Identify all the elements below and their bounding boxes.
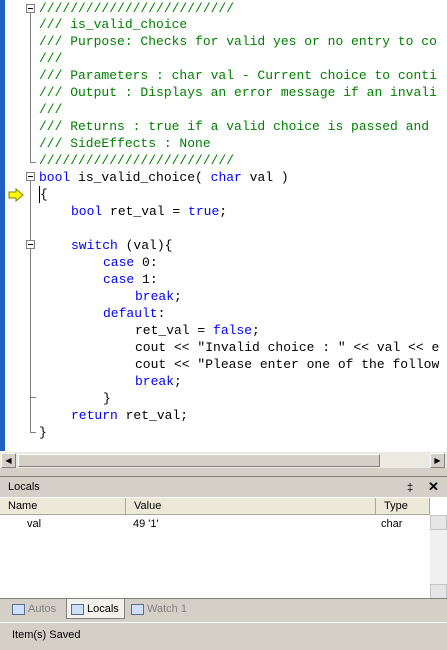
pin-icon[interactable]: ‡ (407, 478, 413, 498)
code-line-return: return ret_val; (71, 407, 188, 424)
fold-line-end (30, 397, 36, 398)
tab-locals[interactable]: Locals (66, 599, 125, 619)
column-header-type[interactable]: Type (376, 498, 430, 515)
code-line-switch: switch (val){ (71, 237, 172, 254)
code-line: /// Parameters : char val - Current choi… (39, 68, 437, 83)
scroll-up-icon[interactable] (430, 515, 447, 530)
scroll-left-icon[interactable]: ◀ (1, 453, 16, 468)
keyword: char (210, 170, 242, 185)
identifier: ret_val = (102, 204, 189, 219)
locals-title-bar: Locals ‡ ✕ (0, 477, 447, 497)
current-statement-arrow-icon (8, 188, 24, 202)
fold-line-end (30, 432, 36, 433)
code-line-open-brace: { (39, 186, 48, 203)
keyword: break (135, 289, 175, 304)
fold-line (30, 181, 31, 432)
status-text: Item(s) Saved (12, 629, 81, 641)
code-line: /// Purpose: Checks for valid yes or no … (39, 34, 437, 49)
fold-toggle-switch[interactable] (26, 240, 35, 249)
fold-line (30, 13, 31, 163)
punct: ; (174, 289, 182, 304)
status-bar: Item(s) Saved (0, 622, 447, 650)
code-line: /// Returns : true if a valid choice is … (39, 119, 430, 134)
code-line-cout: cout << "Please enter one of the follow (135, 357, 440, 372)
keyword: case (103, 272, 135, 287)
code-line-cout: cout << "Invalid choice : " << val << e (135, 340, 440, 355)
identifier: 1: (134, 272, 158, 287)
tab-watch-1[interactable]: Watch 1 (127, 599, 195, 619)
code-line-default: default: (103, 305, 165, 322)
locals-window: Locals ‡ ✕ Name Value Type val 49 '1' ch… (0, 476, 447, 599)
scroll-right-icon[interactable]: ▶ (430, 453, 445, 468)
fold-line-end (30, 162, 36, 163)
fold-toggle-function[interactable] (26, 172, 35, 181)
keyword: false (213, 323, 253, 338)
column-header-name[interactable]: Name (0, 498, 126, 515)
keyword: return (71, 408, 118, 423)
code-line-break: break; (135, 373, 182, 390)
identifier: is_valid_choice( (70, 170, 211, 185)
row-type: char (381, 518, 403, 530)
debug-tab-strip: Autos Locals Watch 1 (0, 598, 447, 619)
watch-icon (131, 603, 144, 615)
identifier: 0: (134, 255, 158, 270)
keyword: bool (39, 170, 71, 185)
keyword: break (135, 374, 175, 389)
code-line: /// (39, 102, 63, 117)
tab-label: Watch 1 (147, 603, 187, 615)
tab-autos[interactable]: Autos (8, 599, 64, 619)
code-line: ///////////////////////// (39, 1, 235, 16)
identifier: val ) (241, 170, 289, 185)
keyword: true (188, 204, 220, 219)
editor-left-margin (0, 0, 5, 451)
row-value[interactable]: 49 '1' (133, 516, 159, 533)
column-header-value[interactable]: Value (126, 498, 376, 515)
code-line-decl: bool ret_val = true; (71, 203, 227, 220)
keyword: default (103, 306, 158, 321)
keyword: case (103, 255, 135, 270)
identifier: ret_val; (117, 408, 189, 423)
code-line-close-switch: } (103, 391, 111, 406)
punct: : (157, 306, 166, 321)
row-name: val (27, 518, 42, 530)
outline-gutter (24, 0, 38, 451)
code-line-signature: bool is_valid_choice( char val ) (39, 169, 289, 186)
autos-icon (12, 603, 25, 615)
code-line-case1: case 1: (103, 271, 158, 288)
locals-title: Locals (8, 481, 40, 493)
keyword: switch (71, 238, 118, 253)
locals-icon (71, 603, 84, 615)
code-line-case0: case 0: (103, 254, 158, 271)
tab-label: Autos (28, 603, 57, 615)
code-line: /// SideEffects : None (39, 136, 211, 151)
editor-horizontal-scrollbar[interactable]: ◀ ▶ (0, 451, 447, 469)
scroll-thumb[interactable] (18, 454, 380, 467)
punct: ; (174, 374, 182, 389)
identifier: (val){ (117, 238, 173, 253)
code-line: /// Output : Displays an error message i… (39, 85, 437, 100)
keyword: bool (71, 204, 103, 219)
fold-toggle-comment[interactable] (26, 4, 35, 13)
identifier: ret_val = (135, 323, 214, 338)
code-editor[interactable]: ///////////////////////// /// is_valid_c… (0, 0, 447, 451)
code-line: /// (39, 51, 63, 66)
code-text[interactable]: ///////////////////////// /// is_valid_c… (39, 0, 447, 451)
code-line-close-brace: } (39, 425, 47, 440)
code-line-break: break; (135, 288, 182, 305)
code-line: /// is_valid_choice (39, 17, 188, 32)
punct: ; (252, 323, 260, 338)
tab-label: Locals (87, 603, 119, 615)
code-line-assign: ret_val = false; (135, 322, 260, 339)
code-line: ///////////////////////// (39, 153, 235, 168)
close-icon[interactable]: ✕ (428, 477, 439, 497)
locals-vertical-scrollbar[interactable] (430, 515, 447, 599)
punct: ; (219, 204, 228, 219)
pane-splitter[interactable] (0, 468, 447, 476)
scroll-down-icon[interactable] (430, 584, 447, 599)
